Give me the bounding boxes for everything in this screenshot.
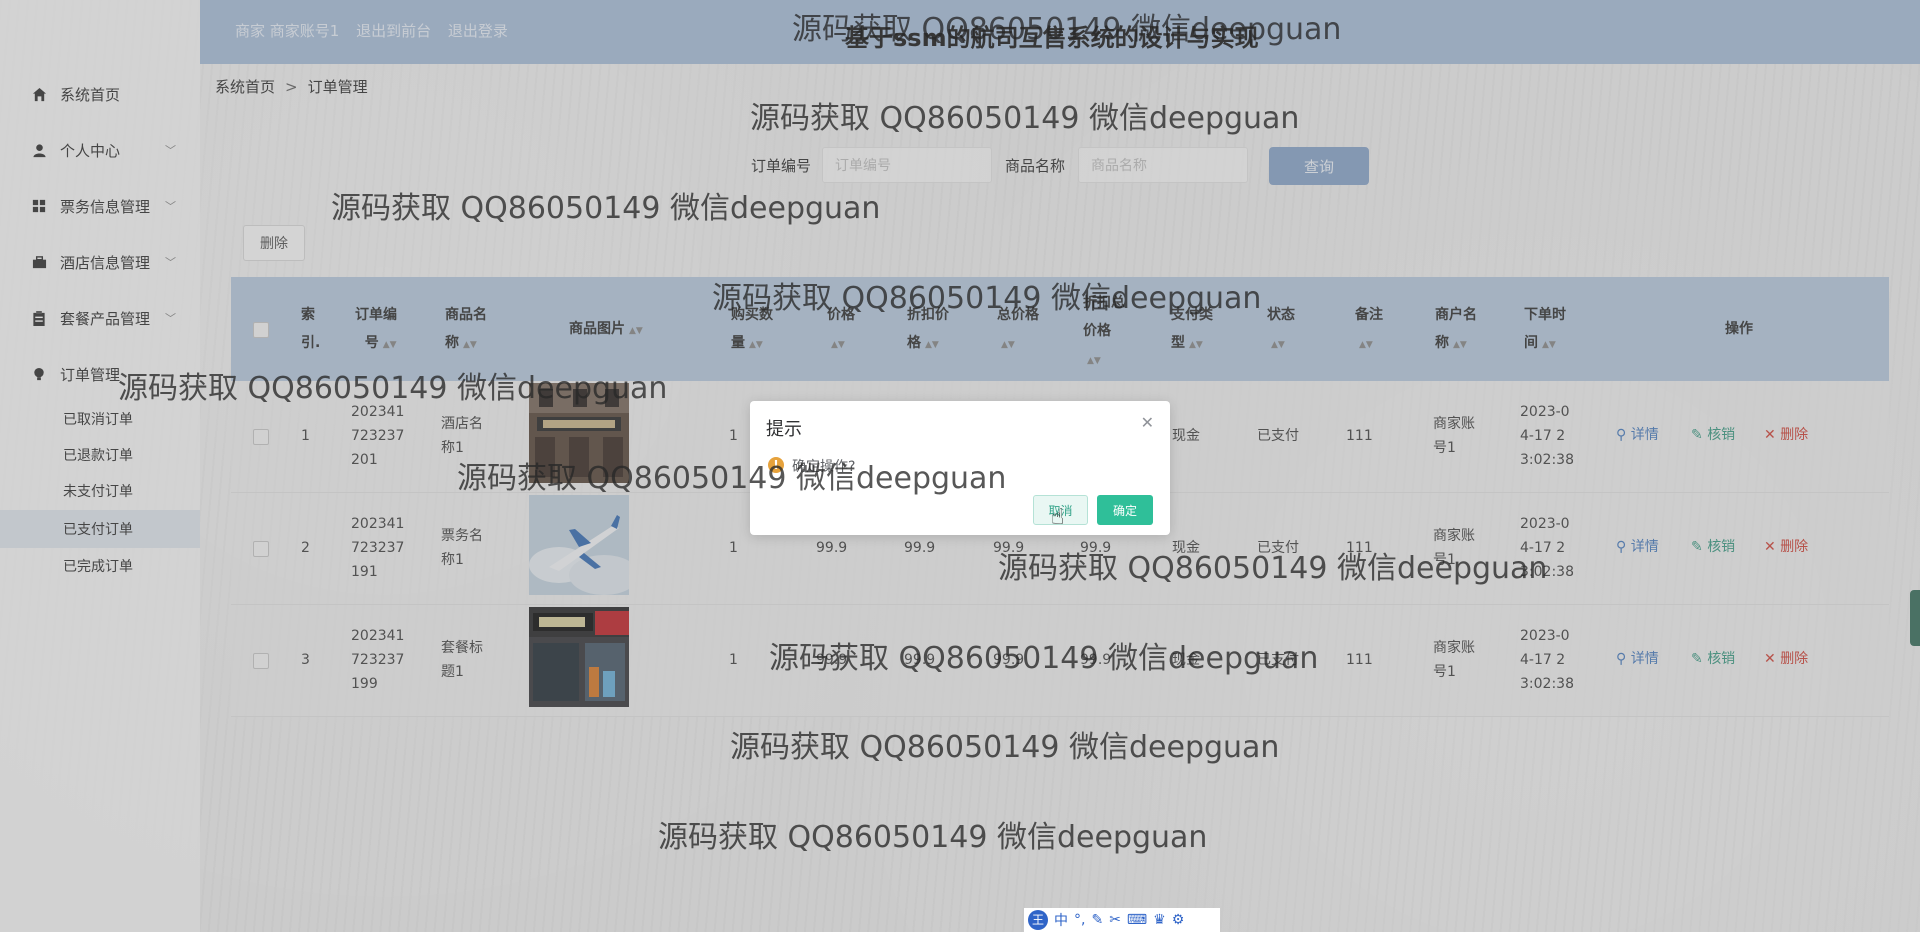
ime-pen-icon[interactable]: ✎ bbox=[1091, 912, 1103, 928]
ime-toolbar[interactable]: 王 中 °, ✎ ✂ ⌨ ♛ ⚙ bbox=[1024, 908, 1220, 932]
ime-language[interactable]: 中 bbox=[1054, 910, 1068, 930]
ime-keyboard-icon[interactable]: ⌨ bbox=[1127, 912, 1147, 928]
confirm-dialog: 提示 ✕ ! 确定操作? 取消 确定 bbox=[750, 401, 1170, 535]
hand-cursor-icon: ☝ bbox=[1051, 505, 1065, 530]
warning-icon: ! bbox=[768, 457, 784, 473]
confirm-button[interactable]: 确定 bbox=[1097, 495, 1153, 525]
dialog-message: 确定操作? bbox=[792, 459, 856, 475]
ime-skin-icon[interactable]: ♛ bbox=[1153, 912, 1166, 928]
ime-settings-icon[interactable]: ⚙ bbox=[1172, 912, 1185, 928]
dialog-title: 提示 bbox=[766, 419, 802, 440]
ime-punct-icon[interactable]: °, bbox=[1074, 912, 1085, 928]
ime-scissors-icon[interactable]: ✂ bbox=[1109, 912, 1121, 928]
close-icon[interactable]: ✕ bbox=[1141, 413, 1154, 432]
ime-logo-icon: 王 bbox=[1028, 910, 1048, 930]
